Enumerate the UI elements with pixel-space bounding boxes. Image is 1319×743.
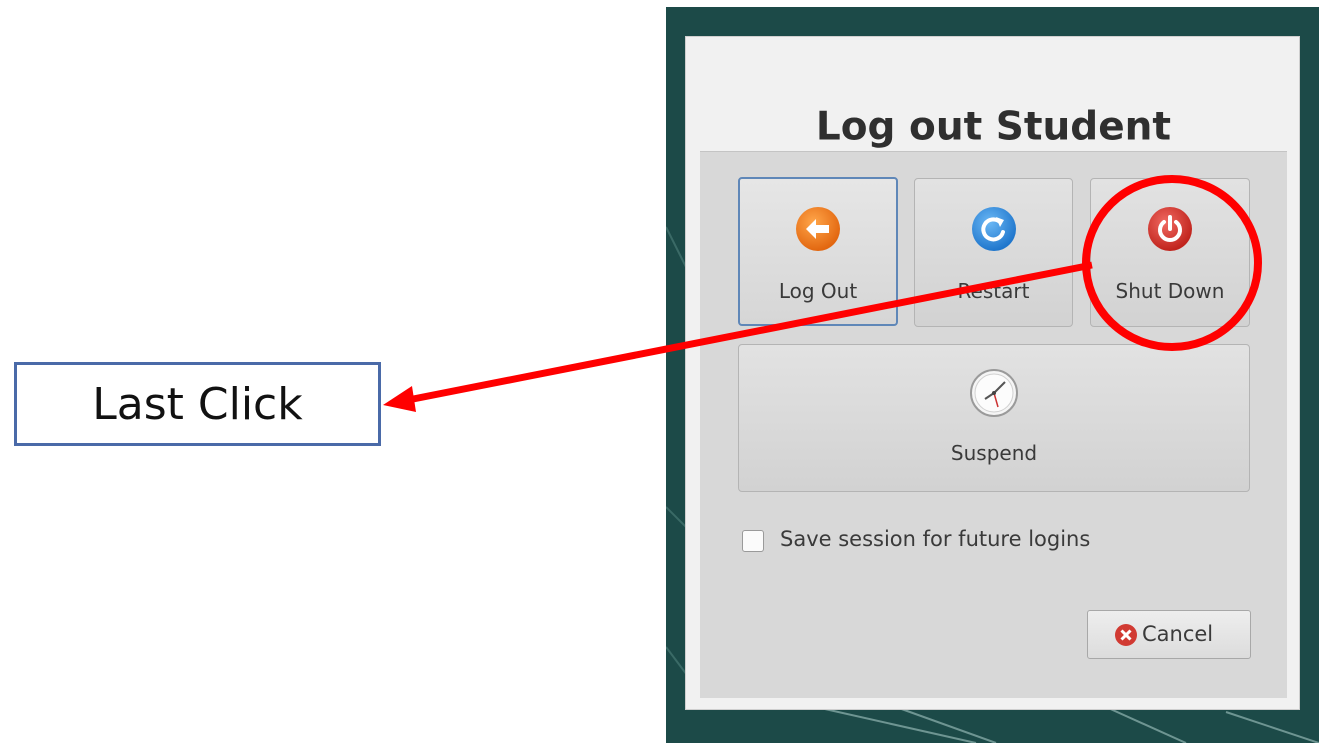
- refresh-icon: [971, 207, 1016, 251]
- last-click-callout: Last Click: [14, 362, 381, 446]
- restart-button[interactable]: Restart: [914, 178, 1073, 327]
- shut-down-label: Shut Down: [1115, 279, 1225, 303]
- clock-icon: [970, 369, 1018, 417]
- suspend-button[interactable]: Suspend: [738, 344, 1250, 492]
- shut-down-button[interactable]: Shut Down: [1090, 178, 1250, 327]
- arrowhead-icon: [383, 386, 416, 412]
- cancel-button[interactable]: Cancel: [1087, 610, 1251, 659]
- cancel-label: Cancel: [1142, 622, 1214, 646]
- callout-text: Last Click: [92, 378, 303, 430]
- dialog-title: Log out Student: [815, 104, 1172, 150]
- save-session-checkbox[interactable]: [742, 530, 764, 552]
- log-out-label: Log Out: [778, 279, 858, 303]
- cancel-icon: [1115, 624, 1137, 646]
- arrow-left-icon: [796, 207, 840, 251]
- save-session-label: Save session for future logins: [780, 527, 1091, 551]
- restart-label: Restart: [957, 279, 1030, 303]
- suspend-label: Suspend: [950, 441, 1038, 465]
- power-icon: [1148, 207, 1192, 251]
- save-session-row[interactable]: Save session for future logins: [742, 527, 1142, 557]
- log-out-button[interactable]: Log Out: [738, 177, 898, 326]
